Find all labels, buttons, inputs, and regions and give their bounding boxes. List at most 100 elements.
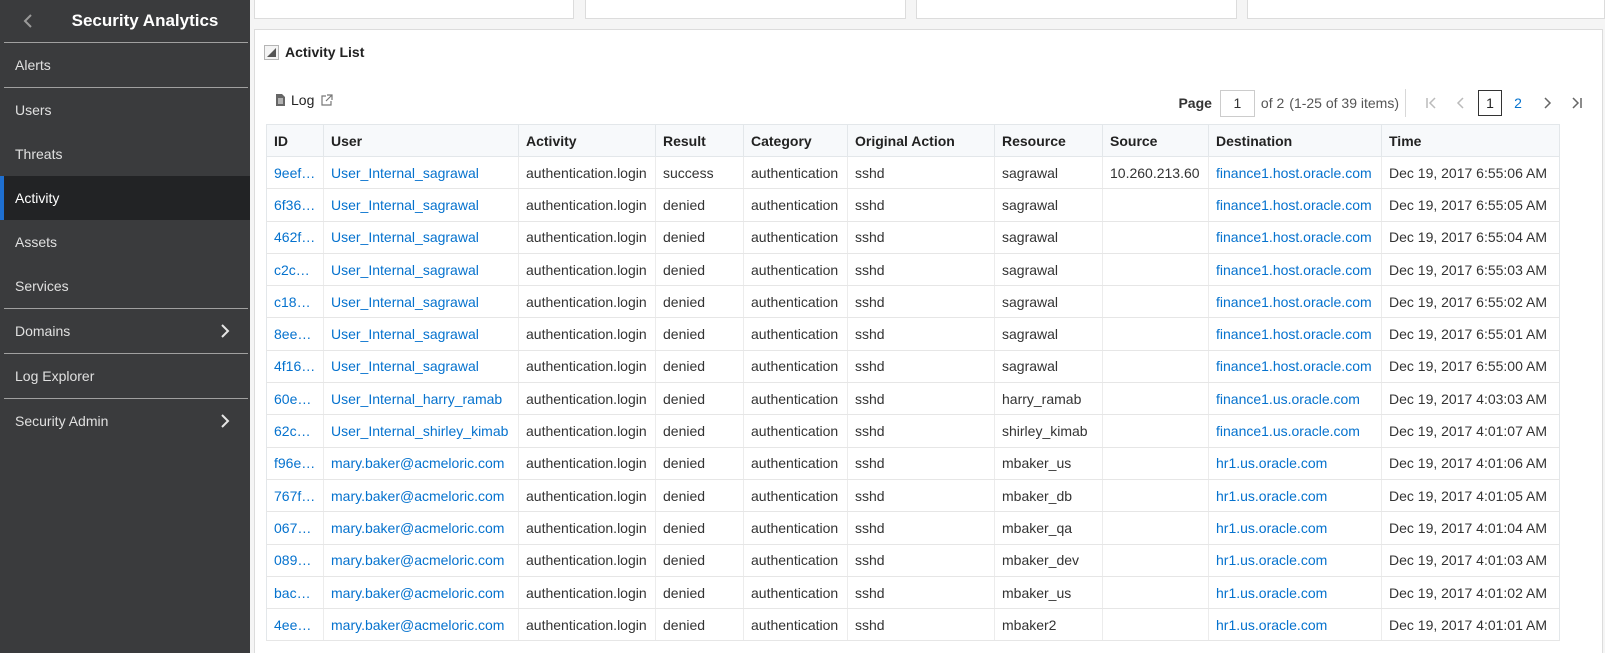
cell-id[interactable]: 067… [266,511,324,545]
table-row[interactable]: 60e… User_Internal_harry_ramab authenticat… [266,382,1560,416]
cell-category: authentication [743,382,848,416]
cell-destination[interactable]: finance1.host.oracle.com [1208,350,1382,384]
cell-destination[interactable]: finance1.us.oracle.com [1208,414,1382,448]
cell-source [1102,608,1209,642]
cell-id[interactable]: 6f36… [266,188,324,222]
table-row[interactable]: 4f16… User_Internal_sagrawal authenticatio… [266,350,1560,384]
cell-id[interactable]: 4f16… [266,350,324,384]
sidebar-item-security-admin[interactable]: Security Admin [0,399,250,443]
cell-time: Dec 19, 2017 4:01:03 AM [1381,544,1560,577]
cell-user[interactable]: mary.baker@acmeloric.com [323,479,519,513]
cell-user[interactable]: User_Internal_sagrawal [323,285,519,319]
cell-id[interactable]: 62c… [266,414,324,448]
column-header-category[interactable]: Category [743,124,848,157]
page-number-2[interactable]: 2 [1506,90,1530,116]
cell-original-action: sshd [847,382,995,416]
cell-destination[interactable]: finance1.us.oracle.com [1208,382,1382,416]
cell-activity: authentication.login [518,447,656,480]
cell-user[interactable]: mary.baker@acmeloric.com [323,447,519,480]
back-chevron-icon[interactable] [18,11,38,31]
cell-destination[interactable]: finance1.host.oracle.com [1208,253,1382,287]
table-row[interactable]: 462f… User_Internal_sagrawal authenticatio… [266,221,1560,254]
table-row[interactable]: 089… mary.baker@acmeloric.com authenticati… [266,544,1560,577]
cell-destination[interactable]: hr1.us.oracle.com [1208,544,1382,577]
cell-destination[interactable]: finance1.host.oracle.com [1208,188,1382,222]
cell-user[interactable]: mary.baker@acmeloric.com [323,544,519,577]
cell-destination[interactable]: finance1.host.oracle.com [1208,221,1382,254]
table-row[interactable]: 767f… mary.baker@acmeloric.com authenticat… [266,479,1560,513]
cell-original-action: sshd [847,511,995,545]
page-input[interactable] [1219,89,1255,117]
sidebar-item-log-explorer[interactable]: Log Explorer [0,354,250,398]
sidebar-item-users[interactable]: Users [0,88,250,132]
sidebar-item-domains[interactable]: Domains [0,309,250,353]
previous-page-icon[interactable] [1450,91,1472,115]
cell-id[interactable]: 4ee… [266,608,324,642]
cell-user[interactable]: User_Internal_sagrawal [323,221,519,254]
cell-id[interactable]: 089… [266,544,324,577]
cell-user[interactable]: mary.baker@acmeloric.com [323,576,519,610]
cell-user[interactable]: User_Internal_shirley_kimab [323,414,519,448]
cell-activity: authentication.login [518,221,656,254]
cell-user[interactable]: User_Internal_harry_ramab [323,382,519,416]
cell-id[interactable]: 60e… [266,382,324,416]
cell-id[interactable]: f96e… [266,447,324,480]
cell-user[interactable]: User_Internal_sagrawal [323,156,519,190]
cell-id[interactable]: bac… [266,576,324,610]
cell-destination[interactable]: hr1.us.oracle.com [1208,608,1382,642]
cell-destination[interactable]: hr1.us.oracle.com [1208,447,1382,480]
cell-id[interactable]: c2c… [266,253,324,287]
column-header-original-action[interactable]: Original Action [847,124,995,157]
cell-destination[interactable]: hr1.us.oracle.com [1208,511,1382,545]
cell-activity: authentication.login [518,414,656,448]
cell-activity: authentication.login [518,382,656,416]
cell-user[interactable]: mary.baker@acmeloric.com [323,511,519,545]
sidebar-item-threats[interactable]: Threats [0,132,250,176]
column-header-source[interactable]: Source [1102,124,1209,157]
table-row[interactable]: f96e… mary.baker@acmeloric.com authenticat… [266,447,1560,480]
page-number-1[interactable]: 1 [1478,90,1502,116]
cell-user[interactable]: mary.baker@acmeloric.com [323,608,519,642]
cell-destination[interactable]: finance1.host.oracle.com [1208,156,1382,190]
table-row[interactable]: 8ee… User_Internal_sagrawal authentication… [266,317,1560,351]
cell-id[interactable]: 767f… [266,479,324,513]
table-row[interactable]: 62c… User_Internal_shirley_kimab authentic… [266,414,1560,448]
cell-activity: authentication.login [518,285,656,319]
cell-id[interactable]: 9eef… [266,156,324,190]
first-page-icon[interactable] [1420,91,1442,115]
cell-user[interactable]: User_Internal_sagrawal [323,350,519,384]
column-header-destination[interactable]: Destination [1208,124,1382,157]
table-row[interactable]: c2c… User_Internal_sagrawal authentication… [266,253,1560,287]
sidebar-item-activity[interactable]: Activity [0,176,250,220]
collapse-icon[interactable] [264,44,279,60]
cell-id[interactable]: 8ee… [266,317,324,351]
sidebar-item-services[interactable]: Services [0,264,250,308]
table-row[interactable]: 4ee… mary.baker@acmeloric.com authenticati… [266,608,1560,642]
cell-user[interactable]: User_Internal_sagrawal [323,317,519,351]
cell-destination[interactable]: hr1.us.oracle.com [1208,479,1382,513]
cell-destination[interactable]: finance1.host.oracle.com [1208,285,1382,319]
table-row[interactable]: 9eef… User_Internal_sagrawal authenticatio… [266,156,1560,190]
next-page-icon[interactable] [1536,91,1558,115]
column-header-activity[interactable]: Activity [518,124,656,157]
cell-id[interactable]: c18… [266,285,324,319]
cell-destination[interactable]: hr1.us.oracle.com [1208,576,1382,610]
cell-user[interactable]: User_Internal_sagrawal [323,188,519,222]
sidebar-item-assets[interactable]: Assets [0,220,250,264]
cell-user[interactable]: User_Internal_sagrawal [323,253,519,287]
pager-divider [1405,89,1406,117]
column-header-result[interactable]: Result [655,124,744,157]
cell-destination[interactable]: finance1.host.oracle.com [1208,317,1382,351]
column-header-resource[interactable]: Resource [994,124,1103,157]
log-link[interactable]: Log [275,92,338,108]
table-row[interactable]: c18… User_Internal_sagrawal authentication… [266,285,1560,319]
column-header-user[interactable]: User [323,124,519,157]
last-page-icon[interactable] [1566,91,1588,115]
table-row[interactable]: 6f36… User_Internal_sagrawal authenticatio… [266,188,1560,222]
sidebar-item-alerts[interactable]: Alerts [0,43,250,87]
column-header-time[interactable]: Time [1381,124,1560,157]
column-header-id[interactable]: ID [266,124,324,157]
table-row[interactable]: bac… mary.baker@acmeloric.com authenticati… [266,576,1560,610]
table-row[interactable]: 067… mary.baker@acmeloric.com authenticati… [266,511,1560,545]
cell-id[interactable]: 462f… [266,221,324,254]
